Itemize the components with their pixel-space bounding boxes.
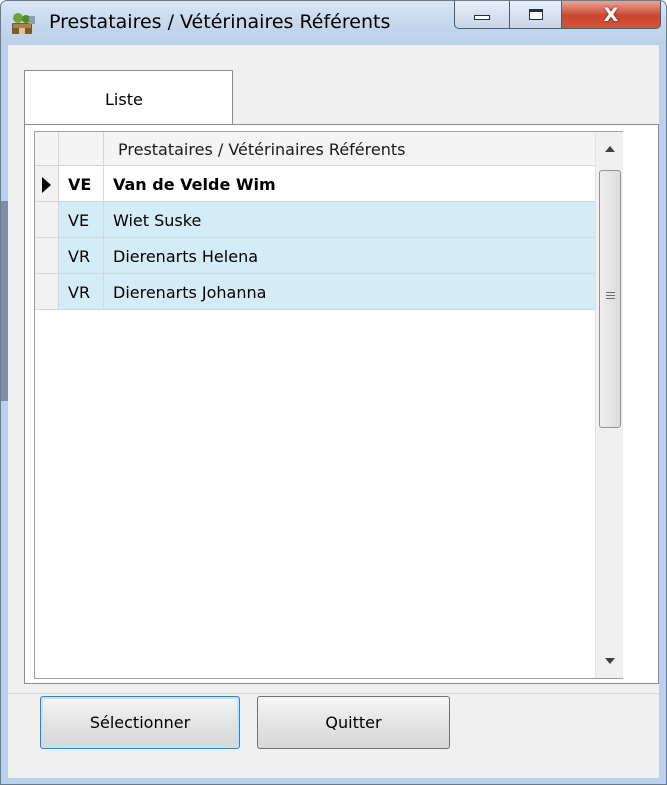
close-icon: X [603,3,619,26]
cell-code[interactable]: VR [59,274,104,310]
minimize-button[interactable] [454,1,510,29]
cell-name[interactable]: Dierenarts Helena [104,238,604,274]
current-row-pointer-icon [42,177,51,193]
quit-button[interactable]: Quitter [257,696,450,749]
caption-buttons: X [454,1,661,29]
tab-liste[interactable]: Liste [24,70,233,125]
scrollbar-thumb[interactable] [599,170,621,428]
thumb-grip-icon [606,292,615,301]
cell-name[interactable]: Dierenarts Johanna [104,274,604,310]
cell-code[interactable]: VE [59,166,104,202]
scroll-down-button[interactable] [596,644,624,678]
close-button[interactable]: X [562,1,661,29]
grid-header: Prestataires / Vétérinaires Référents [35,132,605,166]
maximize-icon [528,9,543,20]
tab-label: Liste [105,90,143,109]
header-indicator-cell [35,132,59,166]
cell-name[interactable]: Wiet Suske [104,202,604,238]
cell-name[interactable]: Van de Velde Wim [104,166,604,202]
divider [8,693,659,694]
client-area: Liste Prestataires / Vétérinaires Référe… [8,45,659,778]
cell-code[interactable]: VE [59,202,104,238]
table-row[interactable]: VR Dierenarts Helena [35,238,605,274]
dialog-window: Prestataires / Vétérinaires Référents X … [0,0,667,785]
table-row[interactable]: VR Dierenarts Johanna [35,274,605,310]
scroll-up-icon [605,146,615,152]
window-edge [1,201,8,401]
tab-bar: Liste [8,45,659,125]
row-indicator[interactable] [35,166,59,202]
scroll-down-icon [605,658,615,664]
vertical-scrollbar[interactable] [595,132,623,678]
referents-grid[interactable]: Prestataires / Vétérinaires Référents VE… [34,131,623,679]
row-indicator[interactable] [35,202,59,238]
minimize-icon [474,15,490,20]
header-code-cell[interactable] [59,132,104,166]
row-indicator[interactable] [35,238,59,274]
column-header-name[interactable]: Prestataires / Vétérinaires Référents [104,132,604,166]
row-indicator[interactable] [35,274,59,310]
select-button[interactable]: Sélectionner [40,696,240,749]
title-bar[interactable]: Prestataires / Vétérinaires Référents X [1,1,666,45]
table-row[interactable]: VE Van de Velde Wim [35,166,605,202]
cell-code[interactable]: VR [59,238,104,274]
scroll-up-button[interactable] [596,132,624,166]
table-row[interactable]: VE Wiet Suske [35,202,605,238]
vet-app-icon [12,13,35,34]
window-title: Prestataires / Vétérinaires Référents [49,11,391,33]
maximize-button[interactable] [510,1,562,29]
